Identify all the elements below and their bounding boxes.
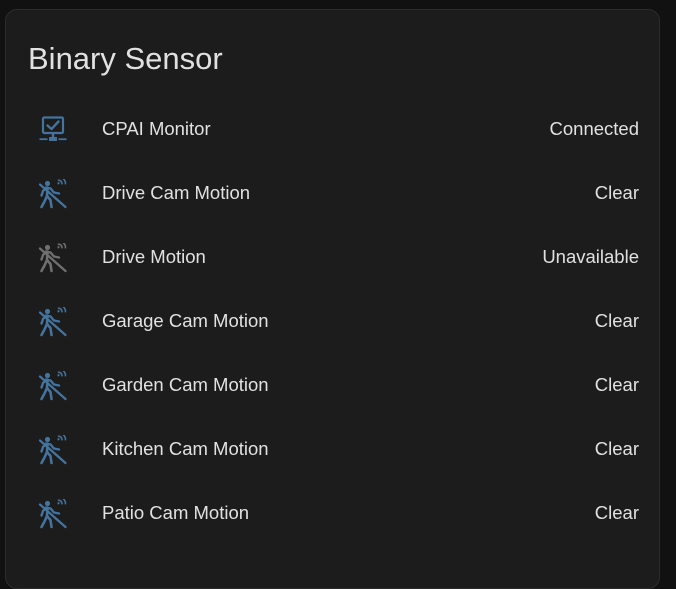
entity-state: Clear xyxy=(594,374,639,395)
network-check-icon xyxy=(38,115,68,145)
motion-sensor-off-icon xyxy=(38,307,68,337)
motion-sensor-off-icon xyxy=(38,243,68,273)
entity-state: Unavailable xyxy=(542,246,639,267)
entity-name: Garden Cam Motion xyxy=(102,374,269,395)
entity-row-kitchen-cam-motion[interactable]: Kitchen Cam Motion Clear xyxy=(6,417,659,481)
entity-row-patio-cam-motion[interactable]: Patio Cam Motion Clear xyxy=(6,481,659,545)
entity-name: Drive Motion xyxy=(102,246,206,267)
entity-state: Clear xyxy=(594,502,639,523)
entity-name: Patio Cam Motion xyxy=(102,502,250,523)
entity-row-cpai-monitor[interactable]: CPAI Monitor Connected xyxy=(6,97,659,161)
entity-row-drive-motion[interactable]: Drive Motion Unavailable xyxy=(6,225,659,289)
entity-row-garage-cam-motion[interactable]: Garage Cam Motion Clear xyxy=(6,289,659,353)
entity-state: Clear xyxy=(594,310,639,331)
binary-sensor-card: Binary Sensor CPAI Monitor Connected Dri… xyxy=(5,9,660,589)
card-title: Binary Sensor xyxy=(28,41,223,76)
entity-state: Connected xyxy=(549,118,639,139)
entity-name: Kitchen Cam Motion xyxy=(102,438,269,459)
entity-name: CPAI Monitor xyxy=(102,118,211,139)
motion-sensor-off-icon xyxy=(38,499,68,529)
motion-sensor-off-icon xyxy=(38,371,68,401)
entity-row-garden-cam-motion[interactable]: Garden Cam Motion Clear xyxy=(6,353,659,417)
entity-state: Clear xyxy=(594,438,639,459)
entity-state: Clear xyxy=(594,182,639,203)
motion-sensor-off-icon xyxy=(38,435,68,465)
entity-name: Drive Cam Motion xyxy=(102,182,251,203)
entity-row-drive-cam-motion[interactable]: Drive Cam Motion Clear xyxy=(6,161,659,225)
entity-name: Garage Cam Motion xyxy=(102,310,269,331)
motion-sensor-off-icon xyxy=(38,179,68,209)
